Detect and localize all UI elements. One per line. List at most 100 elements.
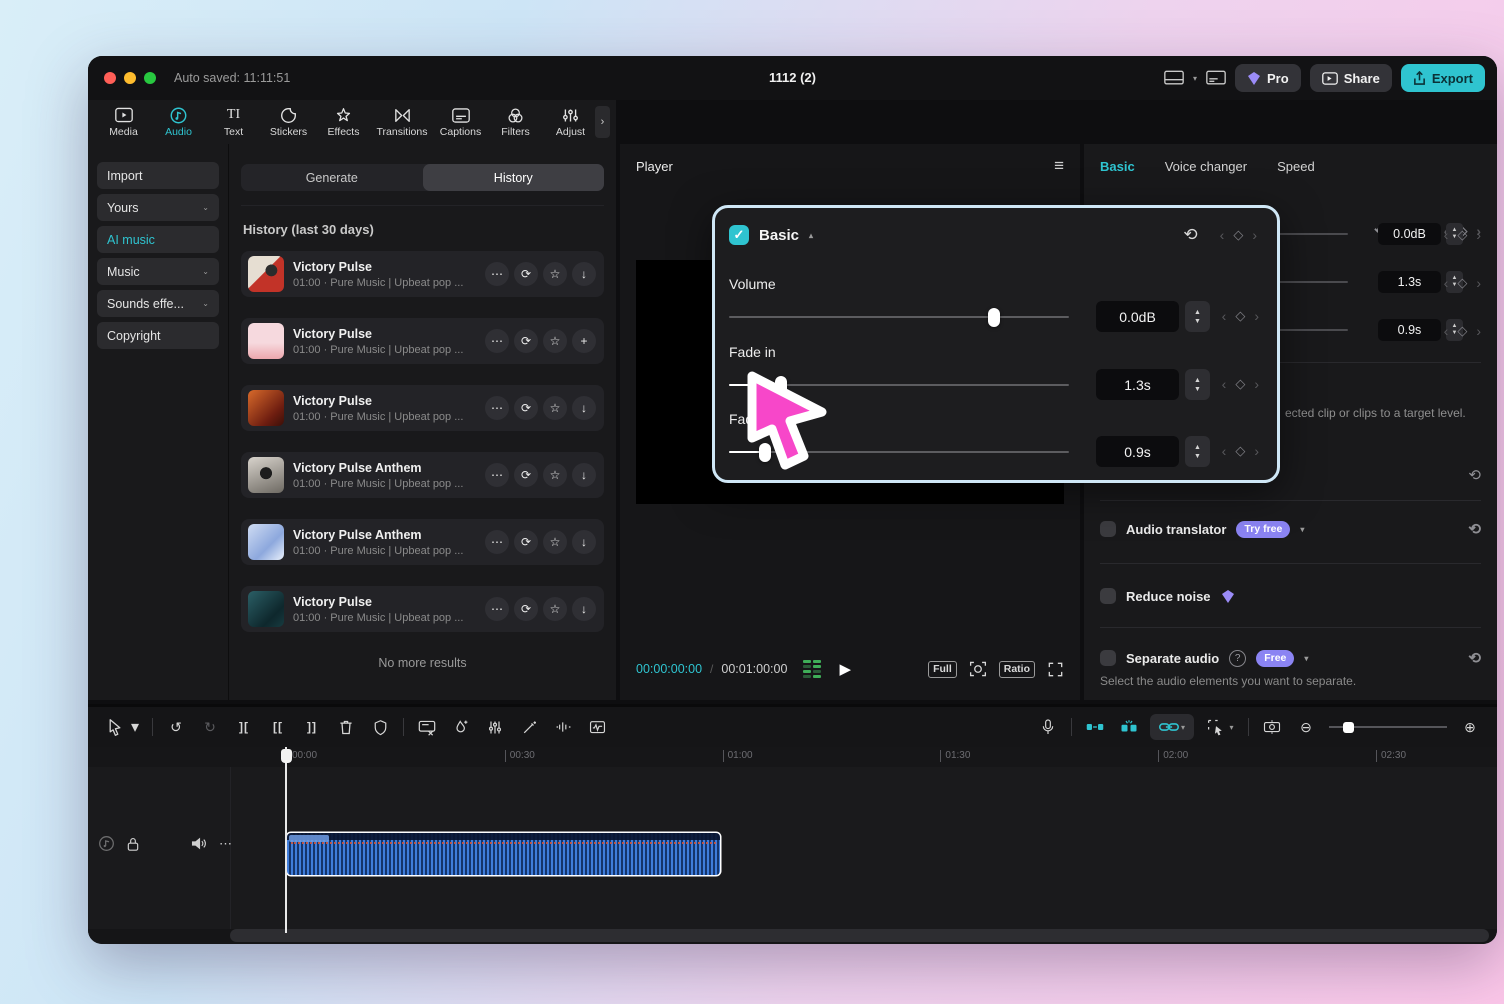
sidebar-item-yours[interactable]: Yours⌄ [97, 194, 219, 221]
tab-voice-changer[interactable]: Voice changer [1165, 159, 1247, 174]
keyframe-prev-icon[interactable]: ‹ [1220, 227, 1225, 243]
regenerate-icon[interactable]: ⟳ [514, 597, 538, 621]
info-icon[interactable]: ? [1229, 650, 1246, 667]
favorite-icon[interactable]: ☆ [543, 396, 567, 420]
selection-mode-button[interactable]: ▾ [1202, 714, 1238, 740]
beat-marker-icon[interactable] [584, 714, 610, 740]
keyframe-prev-icon[interactable]: ‹ [1222, 443, 1227, 459]
regenerate-icon[interactable]: ⟳ [514, 329, 538, 353]
keyframe-diamond-icon[interactable]: ◇ [1457, 227, 1467, 243]
timeline-ruler[interactable]: 00:0000:3001:0001:3002:0002:30 [88, 747, 1497, 767]
tab-basic[interactable]: Basic [1100, 159, 1135, 174]
favorite-icon[interactable]: ☆ [543, 329, 567, 353]
history-item[interactable]: Victory Pulse Anthem01:00 · Pure Music |… [241, 452, 604, 498]
favorite-icon[interactable]: ☆ [543, 530, 567, 554]
audio-clip[interactable] [287, 833, 720, 875]
history-item[interactable]: Victory Pulse01:00 · Pure Music | Upbeat… [241, 251, 604, 297]
player-menu-icon[interactable]: ≡ [1054, 156, 1064, 176]
audio-translator-checkbox[interactable] [1100, 521, 1116, 537]
timeline-zoom-slider[interactable] [1329, 720, 1447, 734]
keyframe-prev-icon[interactable]: ‹ [1222, 308, 1227, 324]
trim-left-icon[interactable]: [[ [265, 714, 291, 740]
reset-icon[interactable]: ⟲ [1468, 466, 1481, 484]
tab-media[interactable]: Media [96, 106, 151, 138]
history-item[interactable]: Victory Pulse01:00 · Pure Music | Upbeat… [241, 385, 604, 431]
keyframe-diamond-icon[interactable]: ◇ [1233, 227, 1243, 243]
download-icon[interactable]: ↓ [572, 530, 596, 554]
audio-mixer-icon[interactable] [482, 714, 508, 740]
fade-out-value[interactable]: 0.9s [1378, 319, 1441, 341]
reset-icon[interactable]: ⟲ [1468, 649, 1481, 667]
lock-track-icon[interactable] [126, 836, 140, 852]
more-icon[interactable]: ⋯ [485, 597, 509, 621]
download-icon[interactable]: ↓ [572, 597, 596, 621]
regenerate-icon[interactable]: ⟳ [514, 262, 538, 286]
favorite-icon[interactable]: ☆ [543, 262, 567, 286]
reset-icon[interactable]: ⟲ [1183, 225, 1197, 245]
ratio-button[interactable]: Ratio [999, 661, 1035, 678]
keyframe-next-icon[interactable]: › [1254, 376, 1259, 392]
denoise-icon[interactable] [550, 714, 576, 740]
keyframe-next-icon[interactable]: › [1476, 323, 1481, 339]
fade-in-value[interactable]: 1.3s [1096, 369, 1179, 400]
collapse-icon[interactable]: ▴ [809, 231, 813, 240]
split-icon[interactable]: ][ [231, 714, 257, 740]
more-icon[interactable]: ⋯ [485, 329, 509, 353]
nav-expand-button[interactable]: › [595, 106, 610, 138]
step-down-icon[interactable]: ▼ [1194, 452, 1201, 461]
tab-effects[interactable]: Effects [316, 106, 371, 138]
tab-filters[interactable]: Filters [488, 106, 543, 138]
sidebar-item-music[interactable]: Music⌄ [97, 258, 219, 285]
zoom-out-icon[interactable]: ⊖ [1293, 714, 1319, 740]
fade-in-stepper[interactable]: ▲▼ [1185, 369, 1210, 400]
preview-zoom-icon[interactable] [969, 660, 987, 678]
keyframe-prev-icon[interactable]: ‹ [1444, 275, 1449, 291]
playhead-handle[interactable] [281, 749, 292, 763]
sidebar-item-copyright[interactable]: Copyright [97, 322, 219, 349]
more-icon[interactable]: ⋯ [485, 463, 509, 487]
step-up-icon[interactable]: ▲ [1194, 308, 1201, 317]
layout-toggle-icon[interactable] [1164, 70, 1184, 86]
link-clips-button[interactable]: ▾ [1150, 714, 1194, 740]
pro-button[interactable]: Pro [1235, 64, 1301, 92]
keyframe-next-icon[interactable]: › [1476, 275, 1481, 291]
undo-icon[interactable]: ↺ [163, 714, 189, 740]
keyframe-diamond-icon[interactable]: ◇ [1235, 443, 1245, 459]
export-button[interactable]: Export [1401, 64, 1485, 92]
step-up-icon[interactable]: ▲ [1194, 443, 1201, 452]
track-area[interactable]: ⋯ [88, 767, 1497, 929]
magnetic-snap-icon[interactable] [1082, 714, 1108, 740]
full-quality-button[interactable]: Full [928, 661, 957, 678]
zoom-in-icon[interactable]: ⊕ [1457, 714, 1483, 740]
tab-captions[interactable]: Captions [433, 106, 488, 138]
select-tool-icon[interactable] [102, 714, 128, 740]
history-item[interactable]: Victory Pulse01:00 · Pure Music | Upbeat… [241, 318, 604, 364]
redo-icon[interactable]: ↻ [197, 714, 223, 740]
delete-icon[interactable] [333, 714, 359, 740]
more-icon[interactable]: ⋯ [485, 396, 509, 420]
volume-slider-handle[interactable] [988, 308, 1000, 327]
keyframe-diamond-icon[interactable]: ◇ [1457, 323, 1467, 339]
separate-audio-checkbox[interactable] [1100, 650, 1116, 666]
sidebar-item-ai-music[interactable]: AI music [97, 226, 219, 253]
volume-value[interactable]: 0.0dB [1096, 301, 1179, 332]
keyframe-diamond-icon[interactable]: ◇ [1235, 376, 1245, 392]
compact-layout-icon[interactable] [1206, 70, 1226, 86]
regenerate-icon[interactable]: ⟳ [514, 463, 538, 487]
fade-in-value[interactable]: 1.3s [1378, 271, 1441, 293]
share-button[interactable]: Share [1310, 64, 1392, 92]
more-icon[interactable]: ⋯ [485, 262, 509, 286]
tab-stickers[interactable]: Stickers [261, 106, 316, 138]
history-item[interactable]: Victory Pulse Anthem01:00 · Pure Music |… [241, 519, 604, 565]
step-up-icon[interactable]: ▲ [1194, 376, 1201, 385]
keyframe-next-icon[interactable]: › [1252, 227, 1257, 243]
keyframe-diamond-icon[interactable]: ◇ [1235, 308, 1245, 324]
reduce-noise-checkbox[interactable] [1100, 588, 1116, 604]
tab-transitions[interactable]: Transitions [371, 106, 433, 138]
sidebar-item-sound-effects[interactable]: Sounds effe...⌄ [97, 290, 219, 317]
download-icon[interactable]: ↓ [572, 463, 596, 487]
enhance-voice-icon[interactable] [516, 714, 542, 740]
keyframe-prev-icon[interactable]: ‹ [1222, 376, 1227, 392]
volume-value[interactable]: 0.0dB [1378, 223, 1441, 245]
history-item[interactable]: Victory Pulse01:00 · Pure Music | Upbeat… [241, 586, 604, 632]
